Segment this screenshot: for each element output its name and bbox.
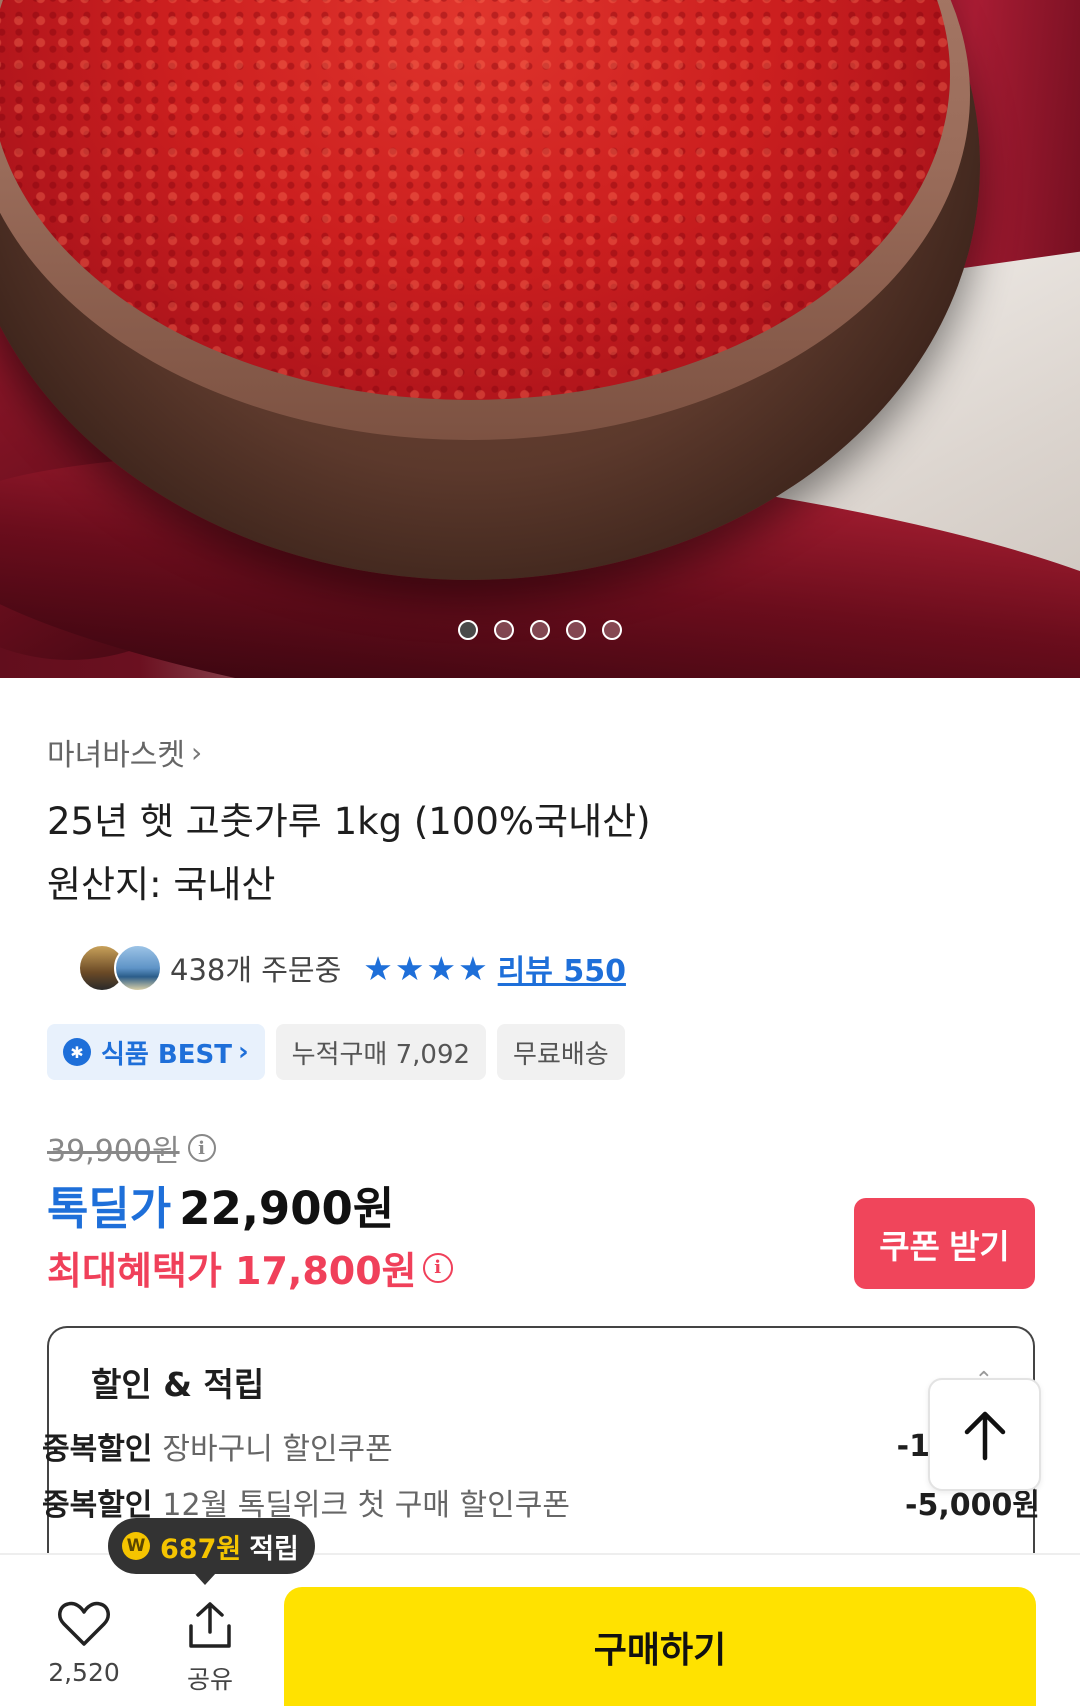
gallery-dot-1[interactable] <box>458 620 478 640</box>
discount-desc: 장바구니 할인쿠폰 <box>162 1432 393 1467</box>
gallery-dot-5[interactable] <box>602 620 622 640</box>
buyer-avatars <box>78 944 164 992</box>
social-proof: 438개 주문중 ★ ★ ★ ★ 리뷰 550 <box>78 942 626 994</box>
discount-heading: 할인 & 적립 <box>91 1365 265 1404</box>
star-icon: ★ <box>426 948 457 988</box>
reward-tooltip: W 687원 적립 <box>108 1518 315 1585</box>
cumulative-badge: 누적구매 7,092 <box>275 1024 487 1080</box>
discount-tag: 중복할인 <box>42 1432 153 1467</box>
like-button[interactable]: 2,520 <box>34 1600 134 1687</box>
like-count: 2,520 <box>48 1658 120 1687</box>
product-badges: ✱ 식품 BEST › 누적구매 7,092 무료배송 <box>47 1024 625 1080</box>
reviews-link[interactable]: 리뷰 550 <box>498 946 626 990</box>
chevron-right-icon: › <box>237 1037 249 1067</box>
star-icon: ★ <box>363 948 393 988</box>
chevron-right-icon: › <box>191 735 203 769</box>
original-price: 39,900원 i <box>47 1126 216 1170</box>
gallery-dot-2[interactable] <box>494 620 514 640</box>
star-icon: ★ <box>458 948 488 988</box>
shipping-label: 무료배송 <box>513 1039 609 1070</box>
share-icon <box>189 1602 231 1648</box>
best-label: 식품 BEST <box>101 1039 232 1070</box>
original-price-value: 39,900원 <box>47 1134 180 1169</box>
avatar <box>114 944 162 992</box>
shipping-badge: 무료배송 <box>497 1024 625 1080</box>
sale-label: 톡딜가 <box>47 1182 172 1235</box>
reward-amount: 687원 <box>160 1533 242 1565</box>
coin-icon: W <box>122 1532 150 1560</box>
arrow-up-icon <box>964 1411 1005 1460</box>
star-icon: ★ <box>394 948 425 988</box>
info-icon[interactable]: i <box>422 1252 453 1283</box>
discount-amount: -1 <box>896 1428 930 1464</box>
best-badge[interactable]: ✱ 식품 BEST › <box>47 1024 265 1080</box>
share-label: 공유 <box>186 1665 233 1694</box>
coupon-button[interactable]: 쿠폰 받기 <box>854 1198 1035 1289</box>
reward-label: 적립 <box>249 1533 299 1565</box>
buy-button[interactable]: 구매하기 <box>284 1587 1036 1706</box>
max-benefit-value: 최대혜택가 17,800원 <box>47 1249 417 1293</box>
title-line-1: 25년 햇 고춧가루 1kg (100%국내산) <box>47 800 651 843</box>
sale-price: 톡딜가 22,900원 <box>47 1172 394 1237</box>
title-line-2: 원산지: 국내산 <box>47 863 276 906</box>
order-count: 438개 주문중 <box>170 953 342 987</box>
sale-price-value: 22,900원 <box>179 1182 395 1235</box>
discount-row: 중복할인 장바구니 할인쿠폰 -1 <box>42 1424 1040 1468</box>
info-icon[interactable]: i <box>187 1134 216 1162</box>
rating-stars: ★ ★ ★ ★ <box>363 952 487 985</box>
gallery-pagination <box>0 620 1080 642</box>
brand-name: 마녀바스켓 <box>47 738 185 773</box>
cumulative-label: 누적구매 7,092 <box>291 1039 471 1070</box>
product-image[interactable] <box>0 0 1080 678</box>
gallery-dot-3[interactable] <box>530 620 550 640</box>
max-benefit-price: 최대혜택가 17,800원 i <box>47 1240 453 1295</box>
gallery-dot-4[interactable] <box>566 620 586 640</box>
scroll-top-button[interactable] <box>928 1378 1041 1491</box>
share-button[interactable]: 공유 <box>160 1600 260 1696</box>
badge-icon: ✱ <box>63 1038 91 1066</box>
brand-link[interactable]: 마녀바스켓 › <box>47 730 202 774</box>
product-title: 25년 햇 고춧가루 1kg (100%국내산) 원산지: 국내산 <box>47 790 1037 916</box>
heart-icon <box>58 1601 110 1646</box>
